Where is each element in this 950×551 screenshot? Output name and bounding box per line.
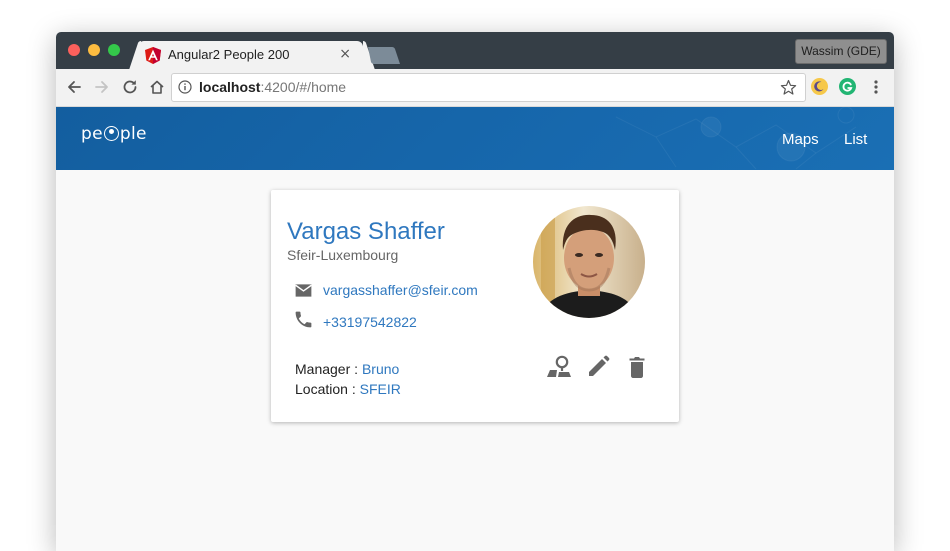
- url-path: :4200/#/home: [260, 79, 347, 95]
- person-avatar: [533, 206, 645, 318]
- location-link[interactable]: SFEIR: [360, 381, 401, 397]
- location-label: Location :: [295, 381, 356, 397]
- person-phone-link[interactable]: +33197542822: [323, 314, 417, 330]
- phone-icon: [295, 311, 312, 328]
- url-host: localhost: [199, 79, 261, 95]
- browser-tab-active[interactable]: Angular2 People 200 ×: [138, 41, 363, 70]
- nav-list-link[interactable]: List: [844, 131, 867, 148]
- address-url: localhost:4200/#/home: [199, 79, 346, 95]
- manager-row: Manager : Bruno: [295, 361, 399, 377]
- maximize-window-button[interactable]: [108, 44, 120, 56]
- header-pattern: [615, 107, 857, 170]
- address-bar[interactable]: localhost:4200/#/home: [171, 73, 806, 102]
- browser-titlebar: Angular2 People 200 × Wassim (GDE): [56, 32, 894, 70]
- browser-menu-icon[interactable]: [866, 77, 886, 97]
- moon-extension-icon[interactable]: [811, 78, 828, 95]
- map-pin-icon[interactable]: [545, 354, 571, 380]
- location-row: Location : SFEIR: [295, 381, 401, 397]
- reload-icon[interactable]: [120, 77, 140, 97]
- home-icon[interactable]: [147, 77, 167, 97]
- app-logo[interactable]: pe ple: [81, 124, 147, 144]
- angular-icon: [145, 47, 161, 64]
- delete-icon[interactable]: [624, 354, 650, 380]
- person-company: Sfeir-Luxembourg: [287, 247, 399, 263]
- browser-window: Angular2 People 200 × Wassim (GDE) local…: [56, 32, 894, 551]
- browser-toolbar: localhost:4200/#/home: [56, 69, 894, 107]
- main-content: Vargas Shaffer Sfeir-Luxembourg vargassh…: [56, 170, 894, 551]
- avatar-photo: [533, 206, 645, 318]
- tab-title: Angular2 People 200: [168, 47, 290, 62]
- minimize-window-button[interactable]: [88, 44, 100, 56]
- app-header: pe ple Maps List: [56, 107, 894, 170]
- manager-link[interactable]: Bruno: [362, 361, 399, 377]
- person-pin-icon: [103, 126, 119, 141]
- brand-prefix: pe: [81, 124, 103, 144]
- person-email-link[interactable]: vargasshaffer@sfeir.com: [323, 282, 478, 298]
- grammarly-icon[interactable]: [839, 78, 856, 95]
- tab-close-icon[interactable]: ×: [339, 46, 351, 62]
- back-icon[interactable]: [64, 77, 84, 97]
- info-icon[interactable]: [178, 80, 192, 94]
- close-window-button[interactable]: [68, 44, 80, 56]
- email-icon: [295, 284, 312, 297]
- forward-icon[interactable]: [92, 77, 112, 97]
- brand-suffix: ple: [119, 124, 147, 144]
- person-card: Vargas Shaffer Sfeir-Luxembourg vargassh…: [271, 190, 679, 422]
- profile-button[interactable]: Wassim (GDE): [795, 39, 887, 64]
- nav-maps-link[interactable]: Maps: [782, 131, 819, 148]
- edit-icon[interactable]: [585, 354, 611, 380]
- person-name: Vargas Shaffer: [287, 218, 445, 245]
- bookmark-star-icon[interactable]: [780, 79, 797, 96]
- new-tab-button[interactable]: [366, 47, 400, 64]
- manager-label: Manager :: [295, 361, 359, 377]
